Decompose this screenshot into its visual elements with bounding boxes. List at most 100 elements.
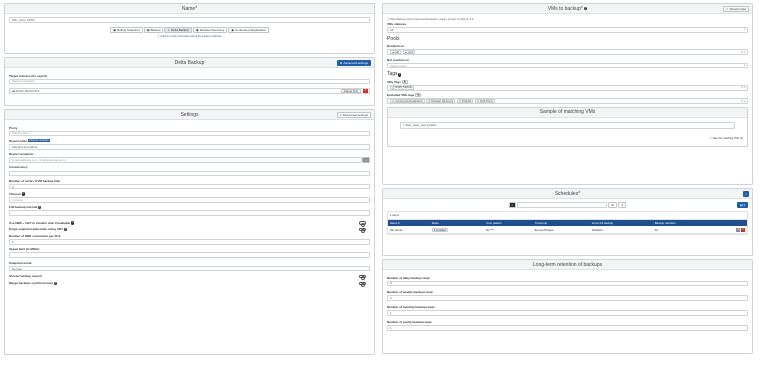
mode-rolling-snapshot[interactable]: ▣ Rolling Snapshot	[110, 27, 143, 33]
speed-limit-label: Speed limit (in MiB/s)	[9, 247, 40, 252]
yearly-input[interactable]: 1	[387, 325, 748, 331]
mode-disaster-recovery[interactable]: ▣ Disaster Recovery	[192, 27, 228, 33]
daily-input[interactable]: 5	[387, 280, 748, 287]
full-interval-input[interactable]	[9, 210, 370, 216]
schedule-enabled-toggle[interactable]: ● Enabled	[431, 228, 449, 232]
target-remote-select[interactable]: Select remote(s)...	[9, 78, 370, 85]
target-remotes-label: Target remotes (for export)	[9, 73, 48, 78]
vms-panel: VMs to backup* i ✓ Smart mode ⓘ Delta Ba…	[382, 3, 753, 185]
delete-schedule-icon[interactable]: ✕	[741, 228, 745, 232]
schedules-panel: Schedules* + ⌕ ⚙ ✕ ▤ ▾ 1 items Name ▾ Mo…	[382, 188, 753, 256]
merge-sync-toggle[interactable]	[359, 281, 366, 287]
purge-toggle[interactable]	[359, 227, 366, 233]
report-when-label: Report when Property reviewer	[9, 138, 50, 143]
schedule-name: Wir-dense	[388, 225, 430, 235]
chevron-down-icon: ▾	[744, 28, 746, 32]
info-icon: i	[584, 6, 588, 11]
timeout-input[interactable]: In hours	[9, 197, 370, 203]
chevron-down-icon: ✕ ▾	[741, 99, 746, 103]
mode-continuous-replication[interactable]: ▣ Continuous Replication	[228, 27, 269, 33]
add-preset-button[interactable]: + Add preset settings	[336, 112, 371, 118]
excluded-tags-select[interactable]: ✕ Continuous Replication ✕ Disaster Reco…	[387, 98, 748, 104]
proxy-label: Proxy	[9, 125, 18, 130]
weekly-label: Number of weekly backups kept	[387, 290, 433, 295]
mode-backup[interactable]: ▣ Backup	[143, 27, 164, 33]
schedule-cron: 00 ****	[484, 225, 533, 235]
delete-first-toggle[interactable]: Delete first	[340, 89, 361, 94]
retries-label: Number of retries if VM backup fails	[9, 178, 61, 183]
tags-heading: Tagsi	[387, 71, 401, 78]
shorter-reports-toggle[interactable]	[359, 274, 366, 280]
add-schedule-button[interactable]: +	[743, 191, 749, 197]
nbd-connections-input[interactable]: 1	[9, 239, 370, 245]
settings-panel: Settings + Add preset settings Proxy Sel…	[4, 109, 375, 355]
not-resident-label: Not resident on	[387, 57, 410, 62]
table-row: Wir-dense ● Enabled 00 **** Europe/Pragu…	[388, 225, 747, 235]
monthly-label: Number of monthly backups kept	[387, 305, 435, 310]
schedules-table: 1 items Name ▾ Mode Cron pattern Timezon…	[387, 210, 748, 236]
filter-icon[interactable]: ⚙	[608, 202, 617, 208]
vm-tags-select[interactable]: ✕ smart_backup ✕ ▾	[387, 85, 748, 91]
name-panel-title: Name*	[5, 4, 374, 14]
columns-dropdown[interactable]: ▤ ▾	[736, 202, 748, 208]
nbd-connections-label: Number of NBD connection per disk	[9, 233, 61, 238]
notice: ⓘ Delta Backup and Continuous Replicatio…	[387, 18, 475, 21]
weekly-input[interactable]: 2	[387, 295, 748, 302]
remote-item: 🖴 DS03_BACKUPS Delete first ✕	[9, 88, 370, 94]
mode-help-link[interactable]: ⓘ Click for more information about the b…	[9, 34, 370, 38]
schedule-filter-input[interactable]	[517, 202, 608, 208]
excluded-tag: ✕ XOA Proxy	[474, 99, 495, 104]
mode-delta-backup[interactable]: ✓ Delta Backup	[164, 27, 192, 33]
shorter-reports-label: Shorter backup reports	[9, 274, 370, 280]
chevron-down-icon: ✕ ▾	[741, 86, 746, 90]
statuses-select[interactable]: All ▾	[387, 27, 748, 33]
proxy-select[interactable]: Select proxy...	[9, 130, 370, 137]
name-panel: Name* Win_vatm_TEST ▣ Rolling Snapshot ▣…	[4, 3, 375, 54]
see-matching-link[interactable]: 🖵 See the matching VMs (1)	[392, 137, 743, 140]
chevron-down-icon: ✕ ▾	[741, 50, 746, 54]
snapshot-mode-select[interactable]: Normal	[9, 265, 370, 272]
sample-title: Sample of matching VMs	[388, 107, 747, 118]
resident-label: Resident on	[387, 44, 405, 49]
mode-selector: ▣ Rolling Snapshot ▣ Backup ✓ Delta Back…	[9, 27, 370, 33]
vms-title: VMs to backup* i ✓ Smart mode	[383, 4, 752, 14]
nbd-toggle[interactable]	[359, 221, 366, 227]
info-icon: i	[21, 192, 25, 196]
info-icon: i	[71, 221, 75, 225]
schedule-timezone: Europe/Prague	[532, 225, 590, 235]
sample-panel: Sample of matching VMs 🖵 Win_vatm_test (…	[387, 106, 748, 147]
search-icon[interactable]: ⌕	[508, 202, 517, 208]
edit-schedule-icon[interactable]: ✎	[736, 228, 741, 232]
nbd-label: Use NBD + CBT to transfer disk if availa…	[9, 221, 370, 227]
speed-limit-input[interactable]	[9, 252, 370, 259]
remove-remote-button[interactable]: ✕	[363, 89, 368, 94]
delta-backup-panel: Delta Backup ⚙ Advanced settings Target …	[4, 57, 375, 106]
advanced-settings-button[interactable]: ⚙ Advanced settings	[336, 60, 371, 66]
report-recipients-input[interactable]: Email address (e.g.: foo@example.com)	[9, 157, 362, 163]
edit-icon[interactable]: ✎	[401, 80, 408, 84]
timeout-label: Timeout i	[9, 191, 25, 196]
ltr-panel: Long-term retention of backups Number of…	[382, 259, 753, 354]
clear-filter-icon[interactable]: ✕	[617, 202, 627, 208]
edit-icon[interactable]: ✎	[415, 93, 422, 97]
info-icon: i	[54, 281, 58, 285]
snapshot-mode-label: Snapshot mode	[9, 260, 32, 265]
retries-input[interactable]: 0	[9, 183, 370, 190]
concurrency-label: Concurrency	[9, 165, 28, 170]
schedules-title: Schedules* +	[383, 189, 752, 199]
report-when-select[interactable]: Skipped and failure	[9, 143, 370, 150]
daily-label: Number of daily backups kept	[387, 275, 430, 280]
excluded-tags-label: Excluded VMs tags ✎	[387, 93, 422, 98]
yearly-label: Number of yearly backups kept	[387, 319, 432, 324]
backup-name-input[interactable]: Win_vatm_TEST	[9, 17, 370, 23]
vm-tag: ✕ smart_backup	[390, 85, 414, 90]
excluded-tag: ✕ Continuous Replication	[390, 99, 425, 104]
concurrency-input[interactable]	[9, 170, 370, 177]
sample-vm[interactable]: 🖵 Win_vatm_test (public)	[400, 121, 735, 129]
not-resident-select[interactable]: Select pools... ▾	[387, 62, 748, 69]
smart-mode-button[interactable]: ✓ Smart mode	[723, 6, 749, 12]
add-recipient-button[interactable]: +	[362, 157, 370, 163]
ltr-title: Long-term retention of backups	[383, 260, 752, 270]
monthly-input[interactable]: 1	[387, 310, 748, 316]
resident-select[interactable]: ☁ lab ☁ pool ✕ ▾	[387, 49, 748, 56]
